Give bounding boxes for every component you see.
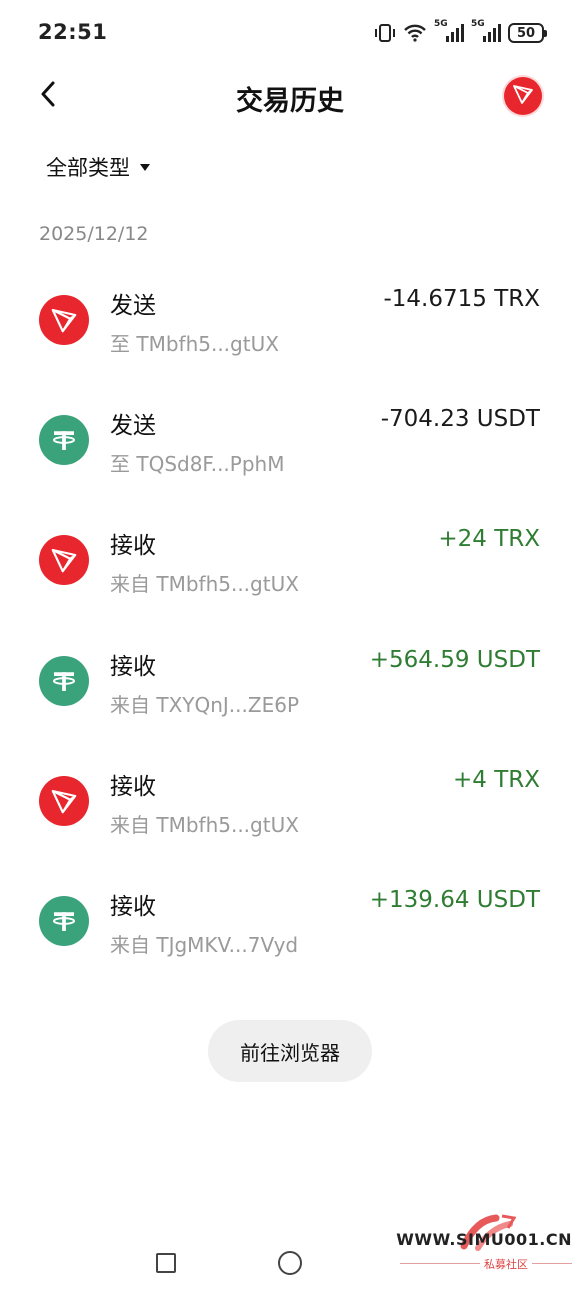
transaction-row[interactable]: 接收 来自 TXYQnJ...ZE6P +564.59 USDT [0,621,580,741]
wifi-icon [403,24,427,42]
transaction-address: 来自 TMbfh5...gtUX [110,572,299,597]
tron-logo-icon [39,295,89,345]
transaction-amount: +24 TRX [438,526,540,553]
vibrate-icon [374,23,396,43]
signal-icon-2: 5G [471,19,501,43]
signal-icon: 5G [434,19,464,43]
transaction-type: 接收 [110,773,156,800]
transaction-address: 来自 TJgMKV...7Vyd [110,932,299,957]
watermark-subtext: 私募社区 [480,1256,532,1272]
transaction-amount: +139.64 USDT [369,886,540,913]
caret-down-icon [140,163,150,171]
transaction-type: 发送 [110,293,156,319]
tron-network-button[interactable] [504,77,542,115]
transaction-amount: -704.23 USDT [380,406,540,433]
transaction-address: 至 TQSd8F...PphM [110,452,285,477]
battery-level: 50 [516,25,536,41]
battery-icon: 50 [508,23,547,43]
status-time: 22:51 [38,20,108,44]
transaction-address: 来自 TXYQnJ...ZE6P [110,692,300,717]
watermark: WWW.SIMU001.CN 私募社区 [396,1212,572,1292]
transaction-amount: +4 TRX [452,766,540,793]
transaction-type: 接收 [110,893,156,920]
tron-logo-icon [39,775,89,826]
transaction-type: 接收 [110,533,156,560]
watermark-text: WWW.SIMU001.CN [396,1230,572,1249]
transaction-amount: -14.6715 TRX [383,286,540,312]
transaction-address: 至 TMbfh5...gtUX [110,332,279,356]
tron-logo-icon [511,82,535,110]
transaction-row[interactable]: 接收 来自 TJgMKV...7Vyd +139.64 USDT [0,861,580,981]
page-title: 交易历史 [236,86,344,117]
transaction-type: 发送 [110,413,156,440]
type-filter-dropdown[interactable]: 全部类型 [46,152,150,182]
tether-logo-icon [39,895,89,946]
filter-label: 全部类型 [46,156,130,180]
tether-logo-icon [39,415,89,466]
transaction-list: 发送 至 TMbfh5...gtUX -14.6715 TRX 发送 至 TQS… [0,260,580,981]
go-to-explorer-button[interactable]: 前往浏览器 [208,1020,372,1082]
tron-logo-icon [39,535,89,586]
header: 交易历史 [0,66,580,126]
transaction-type: 接收 [110,653,156,680]
transaction-row[interactable]: 发送 至 TQSd8F...PphM -704.23 USDT [0,380,580,500]
tether-logo-icon [39,655,89,706]
status-icons: 5G 5G 50 [374,19,547,46]
transaction-row[interactable]: 接收 来自 TMbfh5...gtUX +4 TRX [0,741,580,861]
home-button[interactable] [278,1251,302,1275]
transaction-amount: +564.59 USDT [369,646,540,673]
transaction-row[interactable]: 发送 至 TMbfh5...gtUX -14.6715 TRX [0,260,580,380]
date-header: 2025/12/12 [39,223,149,245]
transaction-address: 来自 TMbfh5...gtUX [110,812,299,837]
transaction-row[interactable]: 接收 来自 TMbfh5...gtUX +24 TRX [0,500,580,620]
recent-apps-button[interactable] [156,1253,176,1273]
status-bar: 22:51 5G 5G 50 [0,0,580,66]
